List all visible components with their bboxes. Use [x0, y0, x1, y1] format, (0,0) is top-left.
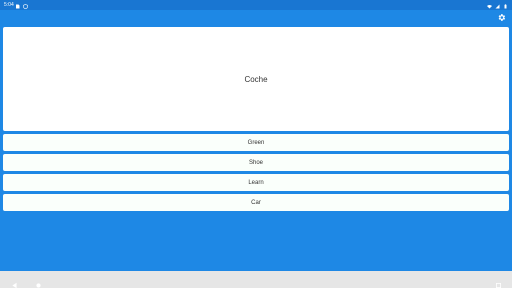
rotate-icon[interactable] [495, 276, 502, 288]
home-icon[interactable] [35, 276, 42, 288]
option-label: Shoe [248, 159, 263, 166]
battery-icon [503, 3, 508, 8]
shield-icon [23, 3, 28, 9]
back-icon[interactable] [11, 276, 18, 288]
prompt-word: Coche [244, 74, 268, 84]
settings-button[interactable] [497, 13, 506, 22]
option-button-3[interactable]: Learn [3, 174, 509, 191]
cell-signal-icon [495, 3, 500, 8]
status-bar: 5:04 [0, 0, 512, 10]
option-label: Learn [248, 179, 264, 186]
wifi-icon [487, 3, 492, 8]
navigation-bar [0, 271, 512, 288]
option-label: Green [247, 139, 265, 146]
sd-card-icon [15, 3, 20, 8]
status-left-icons [15, 0, 28, 10]
option-label: Car [251, 199, 261, 206]
app-bar [0, 10, 512, 26]
option-button-1[interactable]: Green [3, 134, 509, 151]
status-time: 5:04 [4, 2, 14, 8]
option-button-2[interactable]: Shoe [3, 154, 509, 171]
answer-options: Green Shoe Learn Car [3, 134, 509, 214]
gear-icon [498, 14, 506, 21]
option-button-4[interactable]: Car [3, 194, 509, 211]
status-right-icons [487, 0, 508, 10]
prompt-card: Coche [3, 27, 509, 131]
